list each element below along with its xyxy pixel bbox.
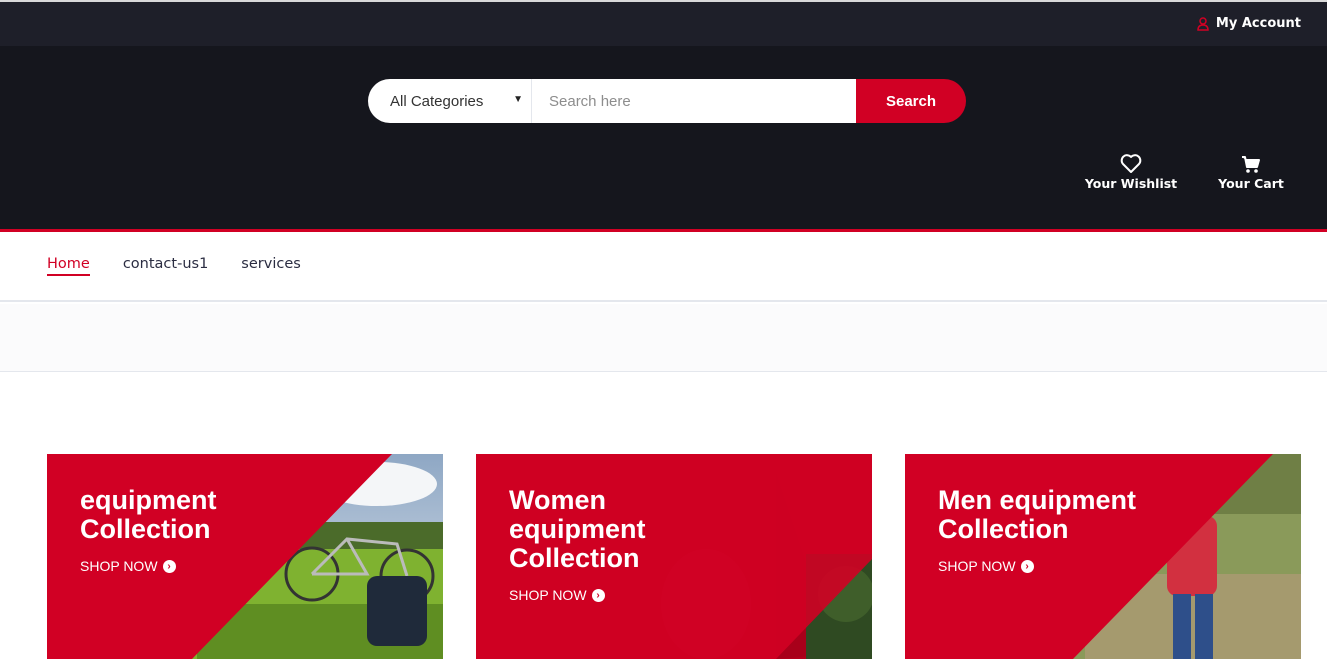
nav-item-contact-us1[interactable]: contact-us1	[123, 256, 208, 276]
category-select[interactable]: All Categories ▼	[368, 79, 532, 123]
shop-now-label: SHOP NOW	[938, 558, 1016, 574]
collection-title: Men equipment Collection	[938, 485, 1137, 544]
wishlist-label: Your Wishlist	[1084, 176, 1178, 191]
collection-title: Women equipment Collection	[509, 485, 646, 573]
arrow-circle-right-icon: ›	[162, 559, 176, 573]
chevron-down-icon: ▼	[513, 94, 523, 105]
search-button[interactable]: Search	[856, 79, 966, 123]
collection-card-women[interactable]: Women equipment Collection SHOP NOW ›	[476, 454, 872, 659]
shop-now-link[interactable]: SHOP NOW ›	[509, 587, 605, 603]
cart-icon	[1241, 154, 1261, 176]
main-header: All Categories ▼ Search Your Wishlist Yo…	[0, 46, 1327, 230]
collection-title: equipment Collection	[80, 485, 217, 544]
breadcrumb-section	[0, 304, 1327, 372]
heart-icon	[1120, 154, 1142, 176]
nav-item-home[interactable]: Home	[47, 256, 90, 276]
cart-link[interactable]: Your Cart	[1210, 154, 1292, 191]
shop-now-label: SHOP NOW	[80, 558, 158, 574]
shop-now-link[interactable]: SHOP NOW ›	[938, 558, 1034, 574]
wishlist-link[interactable]: Your Wishlist	[1082, 154, 1180, 191]
cart-label: Your Cart	[1218, 176, 1284, 191]
search-input[interactable]	[532, 79, 856, 123]
search-form: All Categories ▼ Search	[368, 79, 966, 123]
nav-item-services[interactable]: services	[241, 256, 301, 276]
category-select-value: All Categories	[390, 92, 484, 110]
collection-card-equipment[interactable]: equipment Collection SHOP NOW ›	[47, 454, 443, 659]
top-bar: My Account	[0, 0, 1327, 46]
user-icon	[1197, 16, 1209, 31]
main-navigation: Home contact-us1 services	[0, 232, 1327, 302]
shop-now-link[interactable]: SHOP NOW ›	[80, 558, 176, 574]
collection-card-men[interactable]: Men equipment Collection SHOP NOW ›	[905, 454, 1301, 659]
my-account-label: My Account	[1215, 16, 1301, 31]
my-account-link[interactable]: My Account	[1197, 16, 1301, 31]
arrow-circle-right-icon: ›	[591, 588, 605, 602]
arrow-circle-right-icon: ›	[1020, 559, 1034, 573]
shop-now-label: SHOP NOW	[509, 587, 587, 603]
